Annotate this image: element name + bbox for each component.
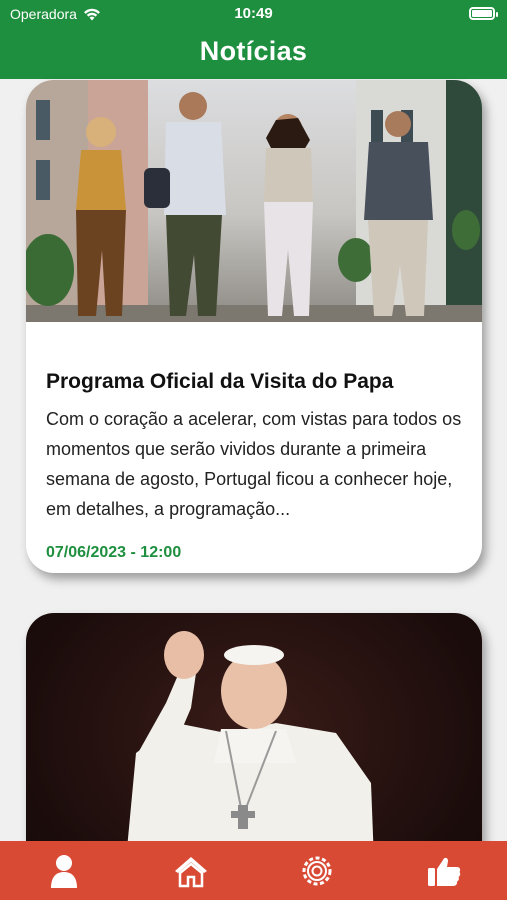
- news-date: 07/06/2023 - 12:00: [46, 544, 182, 561]
- battery-icon: [469, 7, 498, 20]
- profile-icon: [51, 855, 77, 888]
- tab-likes[interactable]: [426, 854, 461, 888]
- thumbs-up-icon: [428, 857, 461, 886]
- status-time: 10:49: [234, 5, 273, 22]
- news-excerpt: Com o coração a acelerar, com vistas par…: [46, 409, 462, 519]
- app-header: Operadora 10:49 Notícias: [0, 0, 507, 79]
- status-bar: Operadora 10:49: [0, 0, 507, 28]
- news-card-image: [26, 80, 482, 322]
- tab-settings[interactable]: [300, 854, 334, 888]
- tab-home[interactable]: [173, 854, 207, 888]
- news-card[interactable]: Programa Oficial da Visita do Papa Com o…: [26, 80, 482, 573]
- settings-gear-icon: [302, 856, 332, 886]
- page-title: Notícias: [199, 36, 308, 66]
- home-icon: [175, 857, 207, 888]
- bottom-tab-bar: [0, 841, 507, 900]
- news-card-body: Programa Oficial da Visita do Papa Com o…: [26, 370, 482, 562]
- tab-profile[interactable]: [47, 854, 81, 888]
- news-title: Programa Oficial da Visita do Papa: [46, 370, 394, 393]
